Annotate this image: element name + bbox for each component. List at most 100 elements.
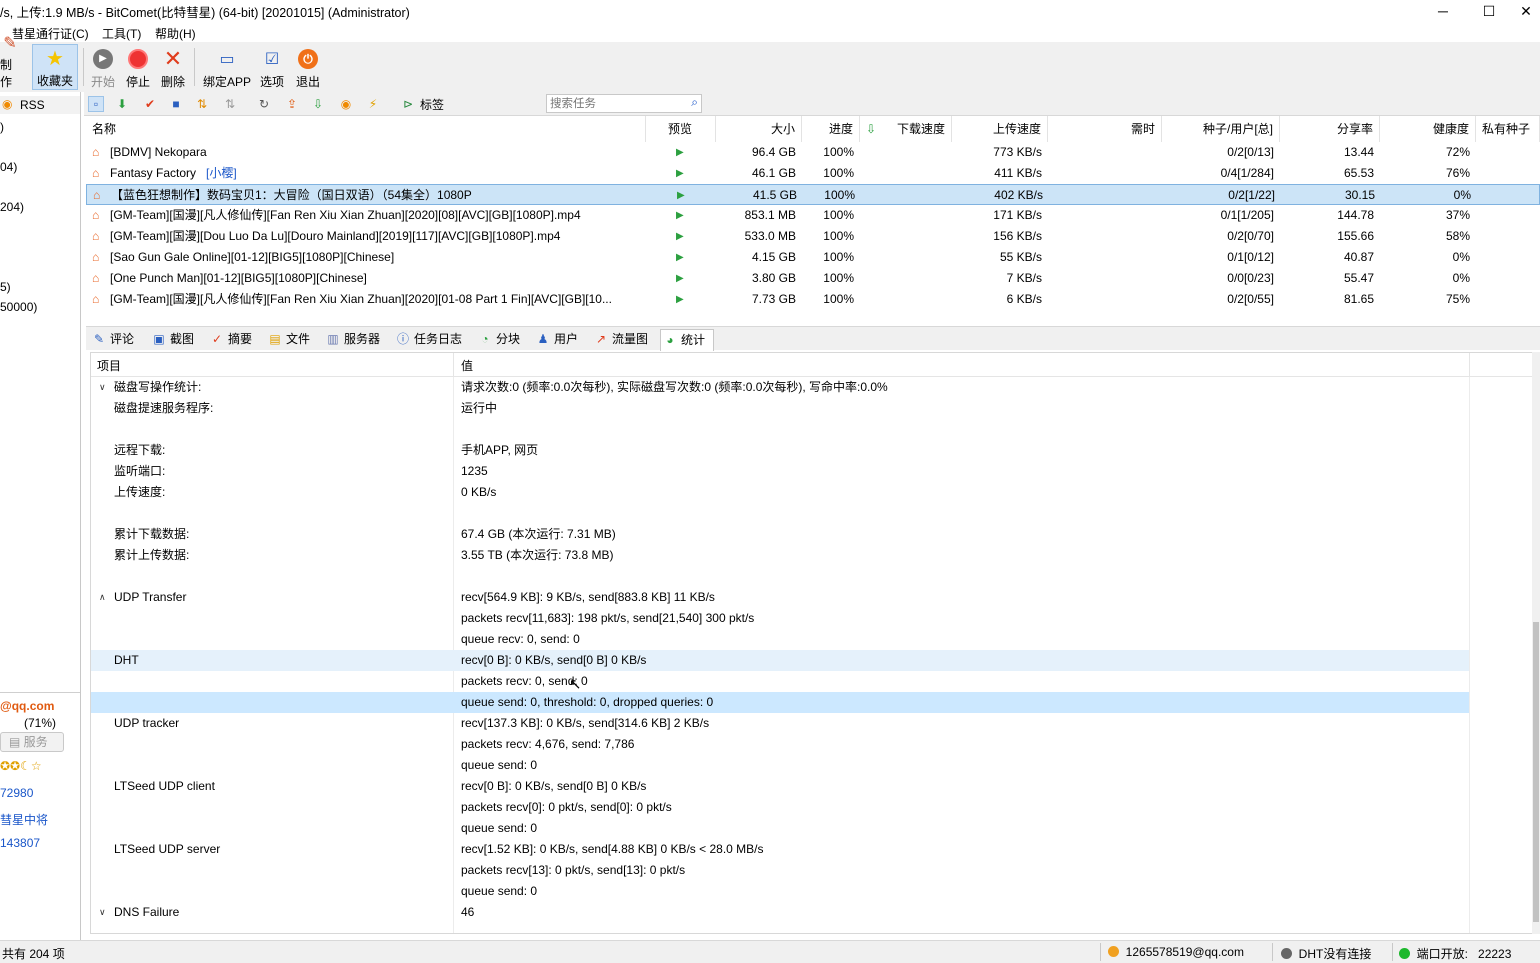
col-name[interactable]: 名称: [86, 116, 646, 142]
account-email[interactable]: @qq.com: [0, 699, 54, 713]
stats-row[interactable]: queue recv: 0, send: 0: [91, 629, 1469, 650]
tab-files[interactable]: ▤ 文件: [266, 329, 318, 351]
stats-row[interactable]: [91, 566, 1469, 587]
stats-row[interactable]: 磁盘提速服务程序: 运行中: [91, 398, 1469, 419]
tab-peers[interactable]: ♟ 用户: [534, 329, 584, 351]
stats-row[interactable]: 监听端口: 1235: [91, 461, 1469, 482]
tab-summary[interactable]: ✓ 摘要: [208, 329, 262, 351]
col-peers[interactable]: 种子/用户[总]: [1162, 116, 1280, 142]
start-button[interactable]: ▶ 开始: [88, 44, 118, 90]
upload-icon[interactable]: ⇪: [284, 96, 300, 112]
tab-comments[interactable]: ✎ 评论: [90, 329, 146, 351]
stats-header-key[interactable]: 项目: [97, 357, 121, 374]
col-preview[interactable]: 预览: [646, 116, 716, 142]
stats-row[interactable]: packets recv[13]: 0 pkt/s, send[13]: 0 p…: [91, 860, 1469, 881]
score-link[interactable]: 143807: [0, 836, 40, 850]
stats-row[interactable]: queue send: 0: [91, 881, 1469, 902]
col-download-speed[interactable]: ⇩ 下载速度: [860, 116, 952, 142]
stats-header-value[interactable]: 值: [461, 357, 473, 374]
dht-status[interactable]: DHT没有连接: [1281, 945, 1371, 962]
stats-row[interactable]: ∨ DNS Failure 46: [91, 902, 1469, 923]
tab-statistics[interactable]: ◕ 统计: [660, 329, 714, 351]
rss-item[interactable]: ◉ RSS: [0, 96, 80, 114]
preview-play-icon[interactable]: ▶: [676, 268, 688, 289]
stats-row[interactable]: [91, 419, 1469, 440]
stop-button[interactable]: 停止: [123, 44, 153, 90]
stats-row[interactable]: queue send: 0, threshold: 0, dropped que…: [91, 692, 1469, 713]
options-button[interactable]: ☑ 选项: [257, 44, 287, 90]
col-ratio[interactable]: 分享率: [1280, 116, 1380, 142]
group-tag[interactable]: [小樱]: [206, 163, 237, 184]
new-task-icon[interactable]: ▫: [88, 96, 104, 112]
table-row[interactable]: ⌂ [One Punch Man][01-12][BIG5][1080P][Chi…: [86, 268, 1540, 289]
table-row[interactable]: ⌂ [GM-Team][国漫][Dou Luo Da Lu][Douro Main…: [86, 226, 1540, 247]
preview-play-icon[interactable]: ▶: [677, 185, 689, 206]
save-icon[interactable]: ■: [168, 96, 184, 112]
sort-icon[interactable]: ⇅: [194, 96, 210, 112]
close-button[interactable]: ✕: [1512, 0, 1540, 22]
stats-row[interactable]: LTSeed UDP server recv[1.52 KB]: 0 KB/s, …: [91, 839, 1469, 860]
stats-row[interactable]: 累计上传数据: 3.55 TB (本次运行: 73.8 MB): [91, 545, 1469, 566]
service-button[interactable]: ▤ 服务: [0, 732, 64, 752]
chevron-up-icon[interactable]: ∧: [99, 587, 106, 608]
tab-screenshots[interactable]: ▣ 截图: [150, 329, 204, 351]
stats-row[interactable]: queue send: 0: [91, 818, 1469, 839]
stats-row[interactable]: packets recv[0]: 0 pkt/s, send[0]: 0 pkt…: [91, 797, 1469, 818]
chevron-down-icon[interactable]: ∨: [99, 377, 106, 398]
sort-disabled-icon[interactable]: ⇅: [222, 96, 238, 112]
menu-pass[interactable]: 彗星通行证(C): [12, 25, 89, 42]
favorites-button[interactable]: ★ 收藏夹: [32, 44, 78, 90]
download-icon[interactable]: ⬇: [114, 96, 130, 112]
exit-button[interactable]: ⏻ 退出: [293, 44, 323, 90]
maximize-button[interactable]: ☐: [1466, 0, 1512, 22]
tag-label[interactable]: 标签: [420, 96, 444, 113]
stats-row[interactable]: packets recv[11,683]: 198 pkt/s, send[21…: [91, 608, 1469, 629]
rss-feed-icon[interactable]: ◉: [338, 96, 354, 112]
menu-tools[interactable]: 工具(T): [102, 25, 141, 42]
import-icon[interactable]: ⇩: [310, 96, 326, 112]
col-size[interactable]: 大小: [716, 116, 802, 142]
table-row[interactable]: ⌂ [GM-Team][国漫][凡人修仙传][Fan Ren Xiu Xian Z…: [86, 205, 1540, 226]
flash-icon[interactable]: ⚡: [365, 96, 381, 112]
tab-traffic-graph[interactable]: ↗ 流量图: [592, 329, 658, 351]
points-link[interactable]: 72980: [0, 786, 33, 800]
rank-link[interactable]: 彗星中将: [0, 811, 48, 828]
menu-help[interactable]: 帮助(H): [155, 25, 196, 42]
stats-row[interactable]: packets recv: 0, send: 0: [91, 671, 1469, 692]
stats-row[interactable]: ∨ 磁盘写操作统计: 请求次数:0 (频率:0.0次每秒), 实际磁盘写次数:0 (…: [91, 377, 1469, 398]
make-button[interactable]: ✎ 制作: [0, 35, 20, 90]
minimize-button[interactable]: ─: [1420, 0, 1466, 22]
chevron-down-icon[interactable]: ∨: [99, 902, 106, 923]
stats-row[interactable]: ∧ UDP Transfer recv[564.9 KB]: 9 KB/s, sen…: [91, 587, 1469, 608]
stats-row[interactable]: 累计下载数据: 67.4 GB (本次运行: 7.31 MB): [91, 524, 1469, 545]
delete-button[interactable]: ✕ 删除: [158, 44, 188, 90]
table-row[interactable]: ⌂ 【蓝色狂想制作】数码宝贝1：大冒险（国日双语）（54集全）1080P 41.5 …: [86, 184, 1540, 205]
port-status[interactable]: 端口开放: 22223: [1399, 945, 1511, 962]
stats-row[interactable]: [91, 503, 1469, 524]
col-private[interactable]: 私有种子: [1476, 116, 1540, 142]
table-row[interactable]: ⌂ [GM-Team][国漫][凡人修仙传][Fan Ren Xiu Xian Z…: [86, 289, 1540, 310]
tag-icon[interactable]: ⊳: [400, 96, 416, 112]
stats-row[interactable]: queue send: 0: [91, 755, 1469, 776]
preview-play-icon[interactable]: ▶: [676, 205, 688, 226]
stats-row[interactable]: 远程下载: 手机APP, 网页: [91, 440, 1469, 461]
vertical-scrollbar[interactable]: [1532, 352, 1540, 934]
table-row[interactable]: ⌂ [Sao Gun Gale Online][01-12][BIG5][1080…: [86, 247, 1540, 268]
search-icon[interactable]: ⌕: [691, 95, 698, 110]
stats-row[interactable]: UDP tracker recv[137.3 KB]: 0 KB/s, send[…: [91, 713, 1469, 734]
col-upload-speed[interactable]: 上传速度: [952, 116, 1048, 142]
table-row[interactable]: ⌂ Fantasy Factory [小樱] 46.1 GB 100% 411 KB/s 0…: [86, 163, 1540, 184]
preview-play-icon[interactable]: ▶: [676, 142, 688, 163]
preview-play-icon[interactable]: ▶: [676, 226, 688, 247]
preview-play-icon[interactable]: ▶: [676, 247, 688, 268]
stats-row[interactable]: 上传速度: 0 KB/s: [91, 482, 1469, 503]
bind-app-button[interactable]: ▭ 绑定APP: [202, 44, 252, 90]
tab-pieces[interactable]: ◔ 分块: [476, 329, 528, 351]
table-row[interactable]: ⌂ [BDMV] Nekopara 96.4 GB 100% 773 KB/s 0/2[0…: [86, 142, 1540, 163]
account-status[interactable]: 1265578519@qq.com: [1108, 945, 1244, 959]
tab-servers[interactable]: ▥ 服务器: [324, 329, 390, 351]
col-health[interactable]: 健康度: [1380, 116, 1476, 142]
tab-task-log[interactable]: ⓘ 任务日志: [394, 329, 470, 351]
stats-row[interactable]: packets recv: 4,676, send: 7,786: [91, 734, 1469, 755]
preview-play-icon[interactable]: ▶: [676, 289, 688, 310]
